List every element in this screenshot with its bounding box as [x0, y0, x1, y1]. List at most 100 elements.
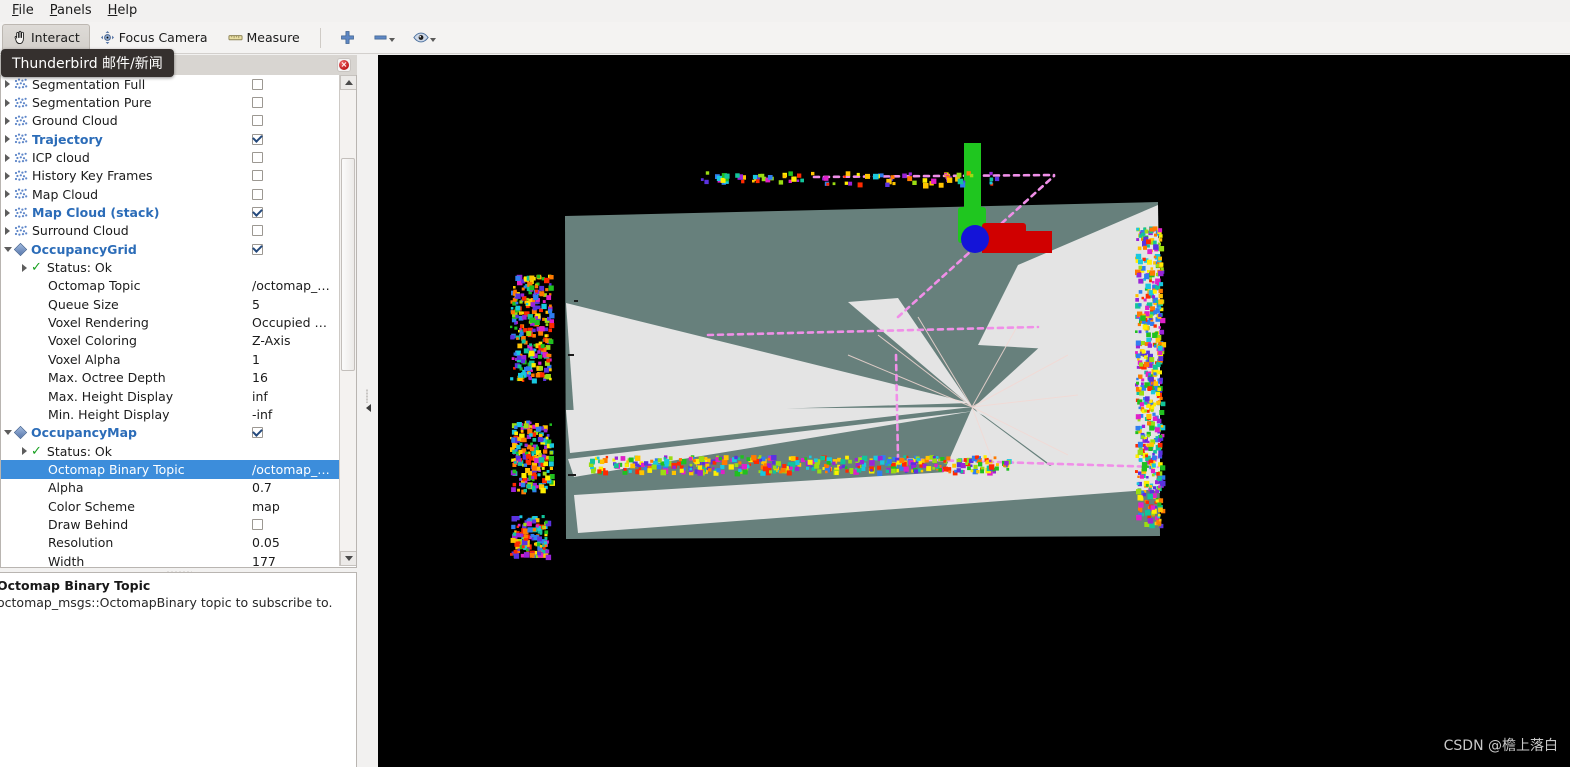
tree-row-value[interactable]: -inf [249, 407, 340, 422]
tree-row-value[interactable]: /octomap_… [249, 278, 340, 293]
expander-collapsed-icon[interactable] [1, 204, 14, 222]
status-ok-icon: ✓ [31, 260, 42, 276]
tree-row-value[interactable] [249, 115, 340, 127]
expander-collapsed-icon[interactable] [1, 94, 14, 112]
view-tool-caret-icon[interactable] [429, 38, 436, 42]
tree-row-value[interactable] [249, 170, 340, 182]
tree-row-value[interactable]: 0.7 [249, 480, 340, 495]
visibility-checkbox[interactable] [252, 133, 263, 145]
tree-row[interactable]: ✓ Status: Ok [1, 258, 340, 276]
remove-tool-caret-icon[interactable] [388, 38, 395, 42]
menu-panels[interactable]: Panels [42, 1, 100, 21]
render-view-3d[interactable]: CSDN @檐上落白 [378, 55, 1570, 767]
visibility-checkbox[interactable] [252, 78, 263, 90]
tree-row-value[interactable] [249, 243, 340, 255]
expander-collapsed-icon[interactable] [1, 222, 14, 240]
visibility-checkbox[interactable] [252, 115, 263, 127]
expander-expanded-icon[interactable] [1, 424, 14, 442]
tree-row-value[interactable] [249, 518, 340, 530]
visibility-checkbox[interactable] [252, 225, 263, 237]
tree-row[interactable]: Octomap Topic/octomap_… [1, 277, 340, 295]
tree-row[interactable]: Queue Size 5 [1, 295, 340, 313]
displays-tree-scrollbar[interactable] [339, 75, 356, 566]
tree-row[interactable]: Segmentation Full [1, 75, 340, 93]
add-tool-button[interactable] [331, 30, 364, 45]
tree-row-value[interactable] [249, 188, 340, 200]
tree-row[interactable]: Resolution 0.05 [1, 534, 340, 552]
tree-row[interactable]: Color Scheme map [1, 497, 340, 515]
visibility-checkbox[interactable] [252, 170, 263, 182]
tree-row[interactable]: Voxel Coloring Z-Axis [1, 332, 340, 350]
expander-collapsed-icon[interactable] [1, 149, 14, 167]
view-tool-button[interactable] [404, 30, 445, 45]
tree-row[interactable]: Min. Height Display -inf [1, 405, 340, 423]
visibility-checkbox[interactable] [252, 427, 263, 439]
tree-row-value[interactable] [249, 152, 340, 164]
tree-row-value[interactable]: /octomap_… [249, 462, 340, 477]
tree-row[interactable]: Alpha 0.7 [1, 479, 340, 497]
focus-camera-tool-button[interactable]: Focus Camera [90, 24, 218, 52]
tree-row[interactable]: Width 177 [1, 552, 340, 567]
menu-file[interactable]: File [4, 1, 42, 21]
tree-row[interactable]: Map Cloud [1, 185, 340, 203]
expander-collapsed-icon[interactable] [18, 259, 31, 277]
scroll-up-button[interactable] [340, 75, 356, 90]
expander-collapsed-icon[interactable] [18, 442, 31, 460]
remove-tool-button[interactable] [364, 30, 404, 45]
tree-row-value[interactable]: 0.05 [249, 535, 340, 550]
tree-row[interactable]: Draw Behind [1, 515, 340, 533]
tree-row[interactable]: Octomap Binary Topic/octomap_… [1, 460, 340, 479]
displays-panel-close-button[interactable]: × [337, 58, 351, 72]
tree-row-value[interactable] [249, 133, 340, 145]
tree-row[interactable]: OccupancyGrid [1, 240, 340, 258]
scrollbar-thumb[interactable] [341, 158, 355, 371]
tree-row-value[interactable]: Occupied … [249, 315, 340, 330]
visibility-checkbox[interactable] [252, 188, 263, 200]
tree-row[interactable]: Ground Cloud [1, 112, 340, 130]
tree-row[interactable]: OccupancyMap [1, 424, 340, 442]
interact-tool-button[interactable]: Interact [2, 23, 90, 52]
visibility-checkbox[interactable] [252, 207, 263, 219]
visibility-checkbox[interactable] [252, 97, 263, 109]
tree-row-value[interactable] [249, 427, 340, 439]
tree-row[interactable]: History Key Frames [1, 167, 340, 185]
expander-collapsed-icon[interactable] [1, 185, 14, 203]
tree-row[interactable]: Surround Cloud [1, 222, 340, 240]
tree-row-value[interactable]: Z-Axis [249, 333, 340, 348]
displays-tree[interactable]: Segmentation Full Segmentation Pure Ground… [0, 75, 357, 568]
tree-row-value[interactable] [249, 225, 340, 237]
tree-row[interactable]: Map Cloud (stack) [1, 203, 340, 221]
tree-row[interactable]: Trajectory [1, 130, 340, 148]
expander-expanded-icon[interactable] [1, 240, 14, 258]
tree-row[interactable]: Voxel Rendering Occupied … [1, 313, 340, 331]
menu-help[interactable]: Help [100, 1, 146, 21]
tree-row-value[interactable]: 5 [249, 297, 340, 312]
pointcloud-icon [14, 133, 28, 144]
tree-row-value[interactable] [249, 207, 340, 219]
expander-collapsed-icon[interactable] [1, 112, 14, 130]
expander-collapsed-icon[interactable] [1, 130, 14, 148]
tree-row[interactable]: Voxel Alpha 1 [1, 350, 340, 368]
visibility-checkbox[interactable] [252, 152, 263, 164]
tree-row[interactable]: Max. Octree Depth 16 [1, 369, 340, 387]
tree-row-value[interactable]: 177 [249, 554, 340, 567]
tree-row-value[interactable]: map [249, 499, 340, 514]
measure-tool-button[interactable]: Measure [218, 24, 310, 52]
tree-row[interactable]: ICP cloud [1, 148, 340, 166]
tree-row-value[interactable] [249, 78, 340, 90]
tree-row-value[interactable]: inf [249, 389, 340, 404]
tree-row-value[interactable]: 1 [249, 352, 340, 367]
expander-collapsed-icon[interactable] [1, 75, 14, 93]
tree-row-value[interactable]: 16 [249, 370, 340, 385]
scroll-down-button[interactable] [340, 551, 356, 566]
expander-collapsed-icon[interactable] [1, 167, 14, 185]
visibility-checkbox[interactable] [252, 243, 263, 255]
tree-row[interactable]: ✓ Status: Ok [1, 442, 340, 460]
tree-row[interactable]: Segmentation Pure [1, 93, 340, 111]
panel-collapse-handle[interactable] [363, 385, 374, 431]
tree-row[interactable]: Max. Height Display inf [1, 387, 340, 405]
tree-row-value[interactable] [249, 97, 340, 109]
visibility-checkbox[interactable] [252, 518, 263, 530]
